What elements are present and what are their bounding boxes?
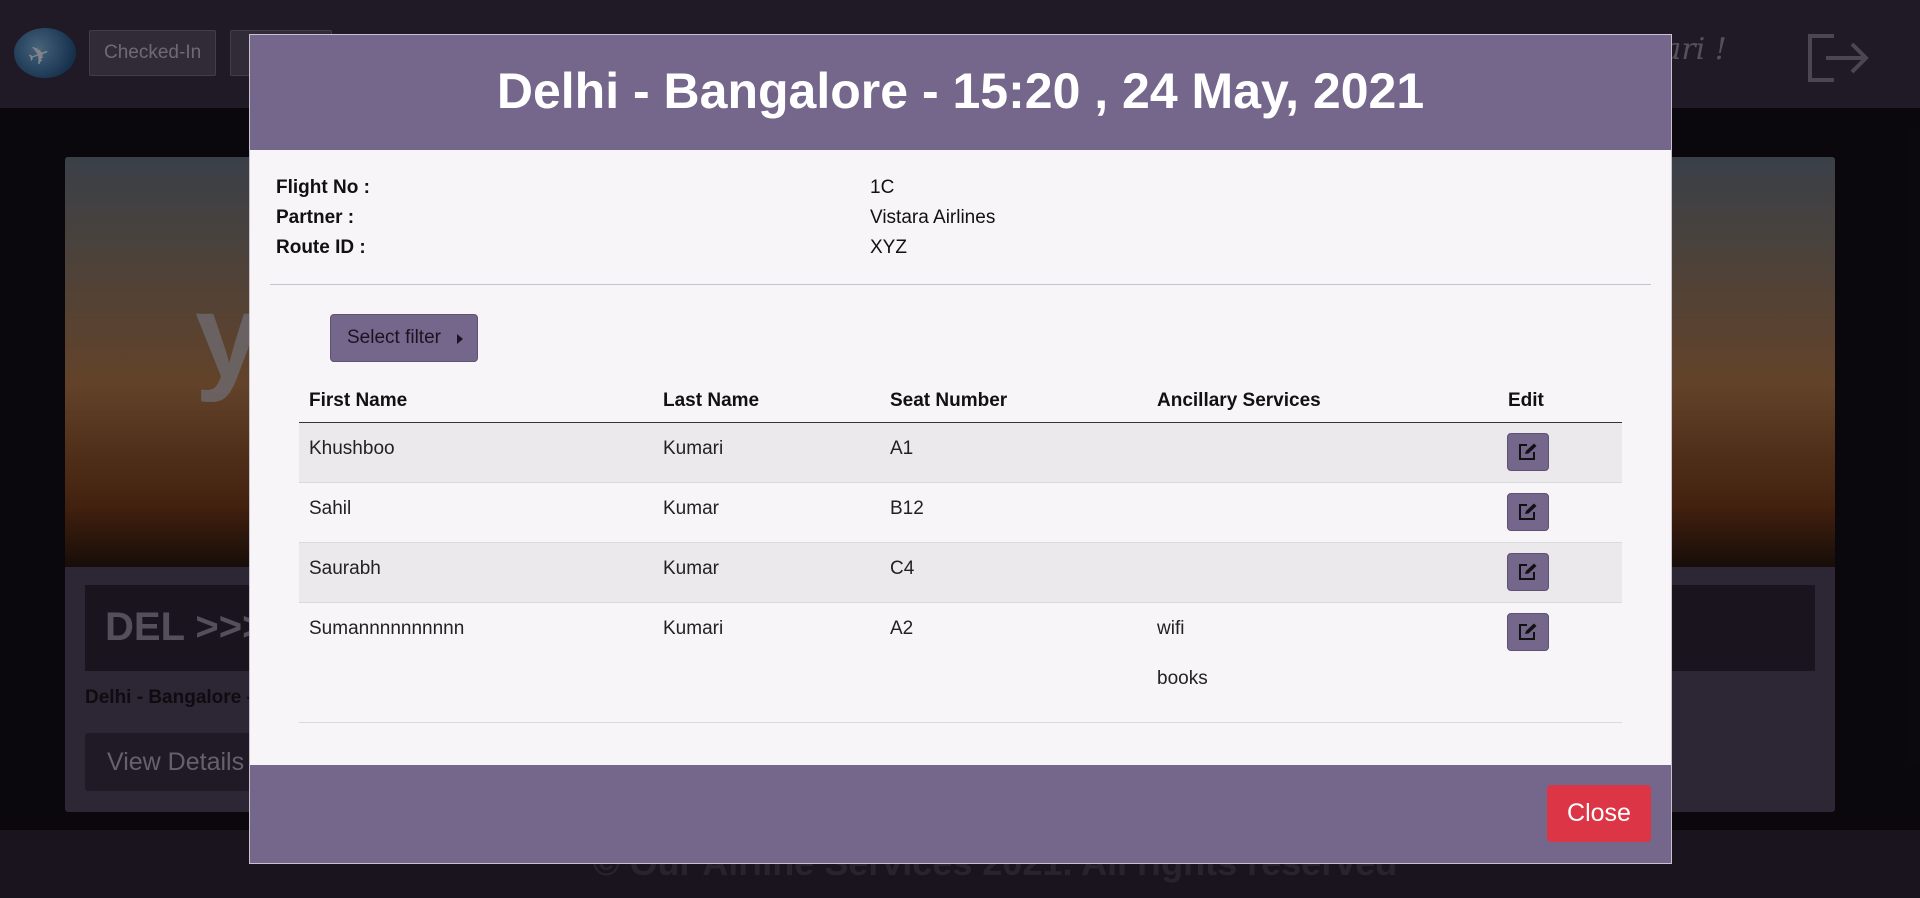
column-header[interactable]: Last Name — [663, 390, 759, 412]
table-header: First Name Last Name Seat Number Ancilla… — [299, 380, 1622, 423]
caret-right-icon — [457, 334, 463, 344]
select-filter-button[interactable]: Select filter — [330, 314, 478, 362]
table-row: Khushboo Kumari A1 — [299, 423, 1622, 483]
info-value: Vistara Airlines — [870, 207, 996, 228]
edit-button[interactable] — [1507, 613, 1549, 651]
modal-footer: Close — [250, 765, 1671, 863]
passenger-table: First Name Last Name Seat Number Ancilla… — [299, 380, 1622, 723]
close-button[interactable]: Close — [1547, 785, 1651, 842]
column-header: Edit — [1508, 390, 1544, 411]
info-label: Flight No : — [276, 177, 370, 198]
table-row: Saurabh Kumar C4 — [299, 543, 1622, 603]
first-name-cell: Sahil — [309, 498, 352, 519]
edit-button[interactable] — [1507, 553, 1549, 591]
seat-cell: B12 — [890, 498, 924, 519]
first-name-cell: Sumannnnnnnnnn — [309, 618, 465, 639]
last-name-cell: Kumari — [663, 438, 724, 459]
seat-cell: C4 — [890, 558, 915, 579]
table-row: Sumannnnnnnnnn Kumari A2 wifi books — [299, 603, 1622, 723]
ancillary-services-cell: wifi books — [1157, 618, 1457, 708]
last-name-cell: Kumari — [663, 618, 724, 639]
info-value: 1C — [870, 177, 895, 198]
last-name-cell: Kumar — [663, 498, 719, 519]
info-label: Route ID : — [276, 237, 366, 258]
seat-cell: A1 — [890, 438, 914, 459]
first-name-cell: Khushboo — [309, 438, 395, 459]
edit-icon — [1519, 623, 1537, 640]
info-label: Partner : — [276, 207, 355, 228]
edit-icon — [1519, 503, 1537, 520]
first-name-cell: Saurabh — [309, 558, 381, 579]
edit-icon — [1519, 563, 1537, 580]
modal-header: Delhi - Bangalore - 15:20 , 24 May, 2021 — [250, 35, 1671, 150]
ancillary-service: wifi — [1157, 618, 1185, 639]
modal-title: Delhi - Bangalore - 15:20 , 24 May, 2021 — [496, 63, 1425, 119]
column-header[interactable]: First Name — [309, 390, 407, 412]
table-row: Sahil Kumar B12 — [299, 483, 1622, 543]
seat-cell: A2 — [890, 618, 914, 639]
ancillary-service: books — [1157, 668, 1208, 689]
column-header[interactable]: Seat Number — [890, 390, 1007, 412]
flight-details-modal: Delhi - Bangalore - 15:20 , 24 May, 2021… — [249, 34, 1672, 864]
edit-icon — [1519, 443, 1537, 460]
edit-button[interactable] — [1507, 433, 1549, 471]
column-header[interactable]: Ancillary Services — [1157, 390, 1321, 412]
divider — [270, 284, 1651, 285]
info-value: XYZ — [870, 237, 907, 258]
last-name-cell: Kumar — [663, 558, 719, 579]
edit-button[interactable] — [1507, 493, 1549, 531]
select-filter-label: Select filter — [347, 327, 441, 348]
